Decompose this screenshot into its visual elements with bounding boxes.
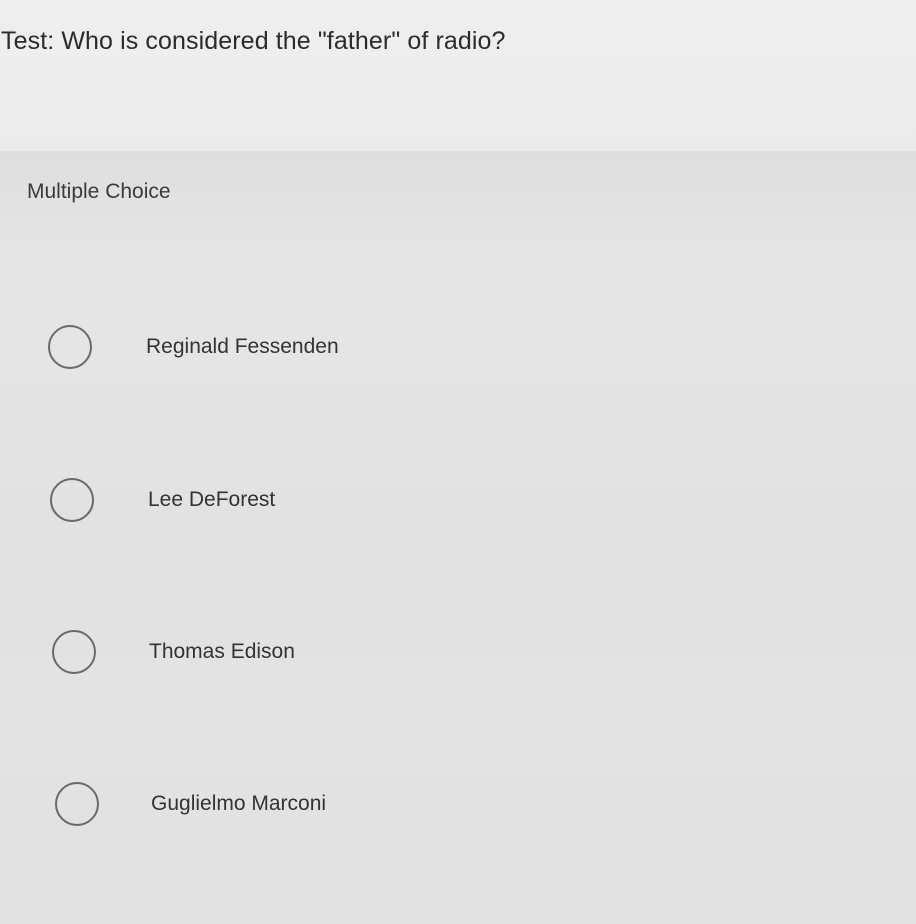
choice-label: Lee DeForest — [148, 488, 276, 511]
radio-button[interactable] — [55, 782, 99, 826]
question-header — [0, 0, 916, 151]
choice-label: Thomas Edison — [149, 640, 295, 663]
radio-button[interactable] — [52, 630, 96, 674]
choice-label: Guglielmo Marconi — [151, 792, 327, 815]
question-title: Test: Who is considered the "father" of … — [1, 27, 506, 55]
question-type-label: Multiple Choice — [27, 180, 171, 203]
choice-label: Reginald Fessenden — [146, 335, 339, 358]
radio-button[interactable] — [50, 478, 94, 522]
radio-button[interactable] — [48, 325, 92, 369]
